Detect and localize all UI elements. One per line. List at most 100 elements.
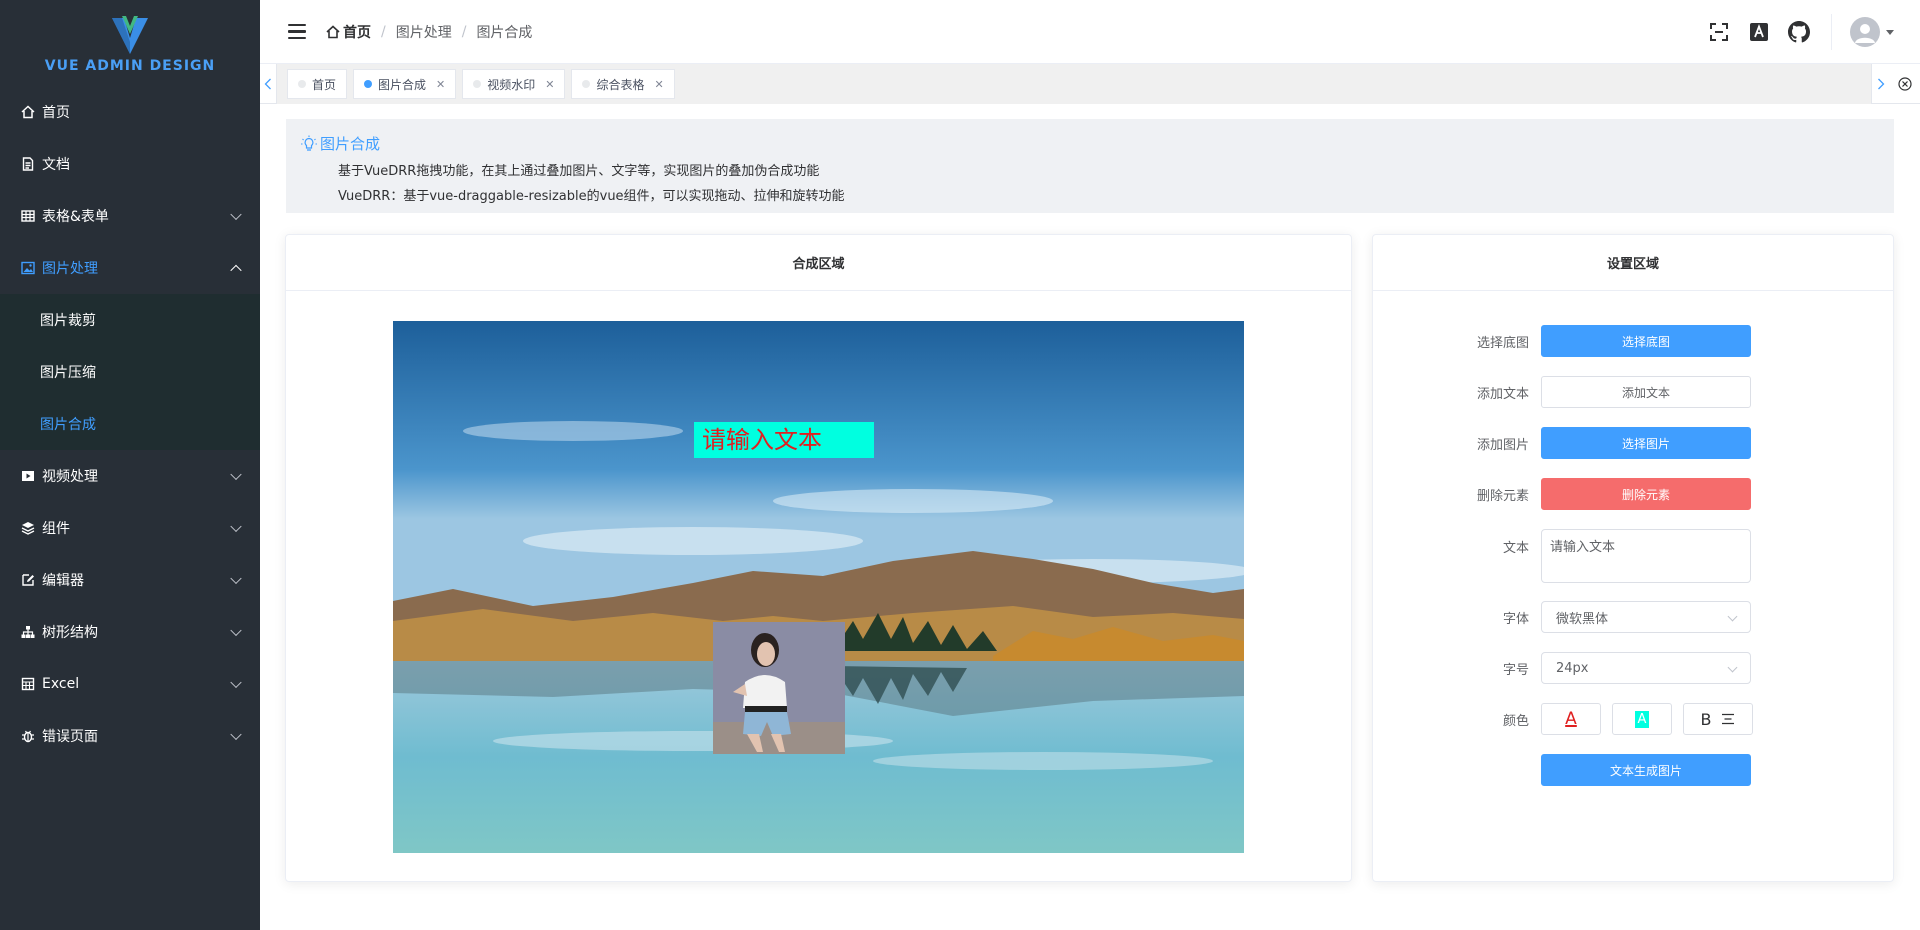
intro-line-2: VueDRR：基于vue-draggable-resizable的vue组件，可… bbox=[338, 189, 845, 204]
delete-element-label: 删除元素 bbox=[1476, 488, 1529, 504]
sidebar-item-label: 编辑器 bbox=[42, 573, 84, 589]
sidebar-item-docs[interactable]: 文档 bbox=[0, 138, 260, 190]
intro-title: 图片合成 bbox=[300, 133, 1880, 154]
font-select-value: 微软黑体 bbox=[1556, 611, 1609, 627]
delete-element-button[interactable]: 删除元素 bbox=[1541, 478, 1751, 510]
tag-complex-table[interactable]: 综合表格 ✕ bbox=[571, 69, 675, 99]
table-icon bbox=[20, 208, 36, 224]
tag-label: 视频水印 bbox=[487, 77, 536, 92]
font-size-label: 字号 bbox=[1502, 662, 1529, 678]
row-text: 文本 请输入文本 bbox=[1373, 529, 1893, 583]
layers-icon bbox=[20, 520, 36, 536]
chevron-down-icon bbox=[230, 208, 242, 221]
tags-bar: 首页 图片合成 ✕ 视频水印 ✕ 综合表格 ✕ bbox=[260, 64, 1920, 104]
tag-image-compose[interactable]: 图片合成 ✕ bbox=[353, 69, 457, 99]
font-select[interactable]: 微软黑体 bbox=[1541, 601, 1751, 633]
translate-icon[interactable] bbox=[1747, 20, 1771, 44]
sidebar-item-error-pages[interactable]: 错误页面 bbox=[0, 710, 260, 762]
intro-line-1: 基于VueDRR拖拽功能，在其上通过叠加图片、文字等，实现图片的叠加伪合成功能 bbox=[338, 164, 820, 179]
row-color: 颜色 A A B bbox=[1373, 703, 1893, 735]
draggable-image-overlay[interactable] bbox=[713, 622, 845, 754]
close-icon[interactable]: ✕ bbox=[545, 78, 554, 91]
sidebar-item-video-processing[interactable]: 视频处理 bbox=[0, 450, 260, 502]
scroll-right-icon[interactable] bbox=[1872, 64, 1890, 104]
hamburger-menu-icon[interactable] bbox=[288, 23, 306, 40]
excel-icon bbox=[20, 676, 36, 692]
chevron-down-icon bbox=[230, 520, 242, 533]
image-submenu: 图片裁剪 图片压缩 图片合成 bbox=[0, 294, 260, 450]
tag-video-watermark[interactable]: 视频水印 ✕ bbox=[462, 69, 566, 99]
chevron-down-icon bbox=[230, 468, 242, 481]
tag-label: 首页 bbox=[312, 77, 337, 92]
close-all-tags-icon[interactable] bbox=[1894, 64, 1916, 104]
chevron-down-icon bbox=[1727, 611, 1738, 622]
breadcrumb-separator: / bbox=[461, 23, 467, 40]
sidebar-item-home[interactable]: 首页 bbox=[0, 86, 260, 138]
fullscreen-icon[interactable] bbox=[1707, 20, 1731, 44]
user-icon bbox=[1855, 24, 1875, 43]
logo-title: VUE ADMIN DESIGN bbox=[44, 58, 216, 74]
text-input[interactable]: 请输入文本 bbox=[1541, 529, 1751, 583]
logo-icon bbox=[112, 16, 148, 54]
close-icon[interactable]: ✕ bbox=[655, 78, 664, 91]
font-label: 字体 bbox=[1502, 611, 1529, 627]
sidebar-item-label: 表格&表单 bbox=[42, 209, 109, 225]
tag-dot bbox=[473, 80, 482, 88]
sidebar-item-label: 组件 bbox=[42, 521, 70, 537]
compose-card: 合成区域 请输入文本 bbox=[285, 234, 1352, 882]
sidebar-item-tree[interactable]: 树形结构 bbox=[0, 606, 260, 658]
sidebar-item-label: 图片压缩 bbox=[40, 365, 96, 381]
sidebar-item-label: 图片裁剪 bbox=[40, 313, 96, 329]
text-label: 文本 bbox=[1502, 541, 1529, 556]
bold-align-button[interactable]: B bbox=[1683, 703, 1753, 735]
tag-label: 综合表格 bbox=[596, 77, 645, 92]
breadcrumb-home[interactable]: 首页 bbox=[326, 22, 371, 42]
avatar[interactable] bbox=[1850, 17, 1880, 47]
sidebar-item-tables-forms[interactable]: 表格&表单 bbox=[0, 190, 260, 242]
settings-card-title: 设置区域 bbox=[1373, 235, 1893, 291]
background-color-button[interactable]: A bbox=[1612, 703, 1672, 735]
intro-title-text: 图片合成 bbox=[320, 135, 381, 153]
header-actions bbox=[1707, 0, 1920, 64]
generate-image-button[interactable]: 文本生成图片 bbox=[1541, 754, 1751, 786]
sidebar-item-image-compose[interactable]: 图片合成 bbox=[0, 398, 260, 450]
sidebar-item-label: 图片合成 bbox=[40, 417, 96, 433]
sidebar-item-excel[interactable]: Excel bbox=[0, 658, 260, 710]
image-icon bbox=[20, 260, 36, 276]
add-text-button[interactable]: 添加文本 bbox=[1541, 376, 1751, 408]
font-color-button[interactable]: A bbox=[1541, 703, 1601, 735]
main-content: 图片合成 基于VueDRR拖拽功能，在其上通过叠加图片、文字等，实现图片的叠加伪… bbox=[260, 104, 1920, 930]
close-icon[interactable]: ✕ bbox=[436, 78, 445, 91]
settings-card: 设置区域 选择底图 选择底图 添加文本 添加文本 添加图片 选择图片 删除元素 … bbox=[1372, 234, 1894, 882]
github-icon[interactable] bbox=[1787, 20, 1811, 44]
select-image-button[interactable]: 选择图片 bbox=[1541, 427, 1751, 459]
font-size-select[interactable]: 24px bbox=[1541, 652, 1751, 684]
chevron-down-icon bbox=[230, 676, 242, 689]
chevron-up-icon bbox=[230, 264, 242, 277]
tag-home[interactable]: 首页 bbox=[287, 69, 348, 99]
sidebar-item-editor[interactable]: 编辑器 bbox=[0, 554, 260, 606]
sidebar-item-label: 首页 bbox=[42, 105, 70, 121]
breadcrumb-home-label: 首页 bbox=[343, 24, 371, 41]
row-size: 字号 24px bbox=[1373, 652, 1893, 684]
row-generate: 文本生成图片 bbox=[1373, 754, 1893, 786]
video-icon bbox=[20, 468, 36, 484]
select-base-button[interactable]: 选择底图 bbox=[1541, 325, 1751, 357]
sidebar: VUE ADMIN DESIGN 首页 文档 表格&表单 图片处理 图片裁剪 图… bbox=[0, 0, 260, 930]
draggable-text-overlay[interactable]: 请输入文本 bbox=[694, 422, 874, 458]
sidebar-item-label: 图片处理 bbox=[42, 261, 98, 277]
compose-canvas[interactable]: 请输入文本 bbox=[393, 321, 1244, 853]
scroll-left-icon[interactable] bbox=[260, 64, 276, 104]
sidebar-item-image-crop[interactable]: 图片裁剪 bbox=[0, 294, 260, 346]
bold-icon: B bbox=[1700, 709, 1712, 729]
row-font: 字体 微软黑体 bbox=[1373, 601, 1893, 633]
caret-down-icon[interactable] bbox=[1886, 29, 1894, 35]
lightbulb-icon bbox=[301, 135, 317, 151]
sidebar-item-image-compress[interactable]: 图片压缩 bbox=[0, 346, 260, 398]
home-icon bbox=[20, 104, 36, 120]
sidebar-item-components[interactable]: 组件 bbox=[0, 502, 260, 554]
breadcrumb-image-processing[interactable]: 图片处理 bbox=[396, 22, 452, 42]
portrait-image bbox=[713, 622, 845, 754]
tag-label: 图片合成 bbox=[378, 77, 427, 92]
sidebar-item-image-processing[interactable]: 图片处理 bbox=[0, 242, 260, 294]
